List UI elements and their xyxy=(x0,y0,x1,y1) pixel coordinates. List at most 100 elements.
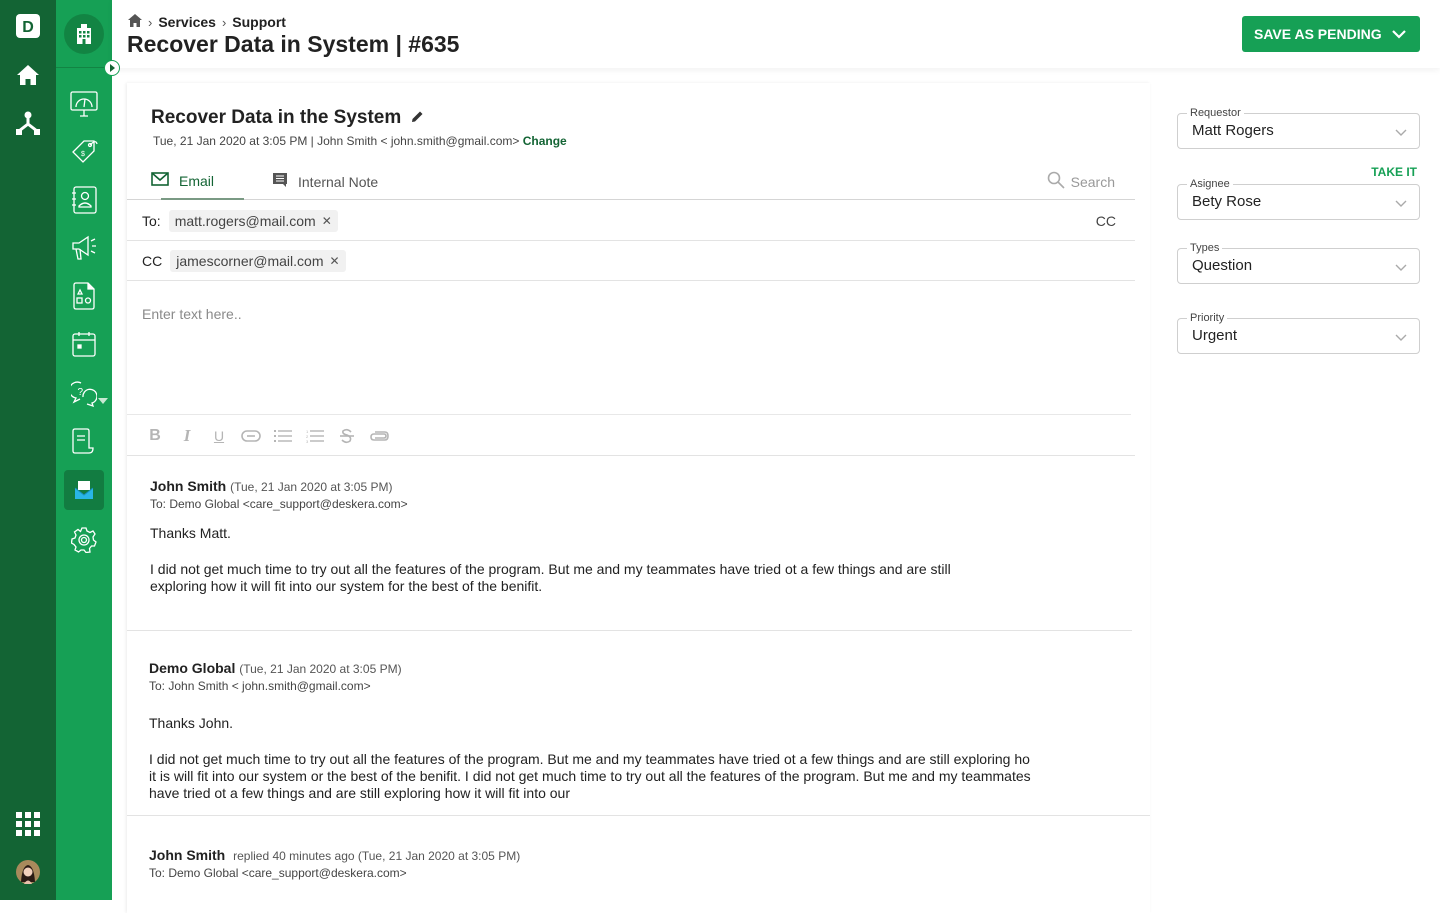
remove-icon[interactable]: ✕ xyxy=(322,214,332,228)
cc-toggle-link[interactable]: CC xyxy=(1096,213,1116,229)
organization-icon[interactable] xyxy=(64,14,104,54)
pencil-icon[interactable] xyxy=(411,107,424,129)
chevron-down-icon xyxy=(1395,124,1407,142)
message-header: John Smith replied 40 minutes ago (Tue, … xyxy=(149,847,1132,863)
ticket-title-text: Recover Data in the System xyxy=(151,107,402,128)
module-nav: $ ? xyxy=(56,0,112,900)
svg-text:?: ? xyxy=(78,387,84,398)
requestor-select[interactable]: Requestor Matt Rogers xyxy=(1177,106,1420,149)
contacts-icon[interactable] xyxy=(64,180,104,220)
message-paragraph: I did not get much time to try out all t… xyxy=(149,751,1150,802)
to-field[interactable]: To: matt.rogers@mail.com ✕ CC xyxy=(127,201,1135,241)
message-sender: John Smith xyxy=(150,478,227,494)
search-icon xyxy=(1047,171,1065,192)
ticket-meta: Tue, 21 Jan 2020 at 3:05 PM | John Smith… xyxy=(153,134,567,148)
breadcrumb-support[interactable]: Support xyxy=(232,14,286,30)
message-paragraph: I did not get much time to try out all t… xyxy=(150,561,1132,595)
assignee-select[interactable]: Asignee Bety Rose xyxy=(1177,177,1420,220)
message-greeting: Thanks John. xyxy=(149,715,234,731)
formatting-toolbar: B I U 123 xyxy=(127,416,1135,456)
underline-icon[interactable]: U xyxy=(209,426,229,446)
breadcrumb-services[interactable]: Services xyxy=(158,14,216,30)
message-line: I did not get much time to try out all t… xyxy=(150,561,951,577)
bold-icon[interactable]: B xyxy=(145,426,165,446)
message-sender: John Smith xyxy=(149,847,226,863)
chevron-right-icon: › xyxy=(221,14,227,30)
to-label: To: xyxy=(142,212,161,229)
apps-grid-icon[interactable] xyxy=(14,810,42,838)
message-thread-item: John Smith replied 40 minutes ago (Tue, … xyxy=(127,847,1132,880)
cc-field[interactable]: CC jamescorner@mail.com ✕ xyxy=(127,241,1135,281)
message-body: Thanks Matt. I did not get much time to … xyxy=(150,525,1132,595)
forms-icon[interactable] xyxy=(64,276,104,316)
assignee-value: Bety Rose xyxy=(1192,193,1262,210)
types-value: Question xyxy=(1192,257,1253,274)
tab-email[interactable]: Email xyxy=(151,172,214,189)
italic-icon[interactable]: I xyxy=(177,426,197,446)
deskera-logo[interactable]: D xyxy=(14,12,42,40)
tab-internal-note-label: Internal Note xyxy=(298,173,379,190)
message-greeting: Thanks Matt. xyxy=(150,525,231,541)
recipient-chip: matt.rogers@mail.com ✕ xyxy=(168,209,338,232)
search-button[interactable]: Search xyxy=(1047,171,1115,192)
chevron-down-icon xyxy=(1395,329,1407,347)
document-icon[interactable] xyxy=(64,421,104,461)
attachment-icon[interactable] xyxy=(369,426,389,446)
change-link[interactable]: Change xyxy=(523,134,567,148)
cc-chip: jamescorner@mail.com ✕ xyxy=(170,249,346,272)
breadcrumb: › Services › Support xyxy=(128,14,286,30)
tab-internal-note[interactable]: Internal Note xyxy=(272,172,378,191)
assignee-label: Asignee xyxy=(1187,177,1233,191)
take-it-button[interactable]: TAKE IT xyxy=(1371,165,1417,179)
user-avatar[interactable] xyxy=(14,858,42,886)
numbered-list-icon[interactable]: 123 xyxy=(305,426,325,446)
note-icon xyxy=(272,172,288,191)
ticket-title: Recover Data in the System xyxy=(151,107,424,129)
expand-nav-button[interactable] xyxy=(104,60,120,76)
dashboard-icon[interactable] xyxy=(64,84,104,124)
app-rail: D xyxy=(0,0,56,900)
network-icon[interactable] xyxy=(14,109,42,137)
mail-icon xyxy=(151,172,169,189)
chevron-down-icon[interactable] xyxy=(98,391,108,409)
priority-select[interactable]: Priority Urgent xyxy=(1177,311,1420,354)
home-icon[interactable] xyxy=(128,14,142,30)
message-line: exploring how it will fit into our syste… xyxy=(150,578,543,594)
ticket-properties-panel: Requestor Matt Rogers TAKE IT Asignee Be… xyxy=(1177,0,1420,900)
message-thread-item: John Smith (Tue, 21 Jan 2020 at 3:05 PM)… xyxy=(127,478,1132,631)
inbox-icon[interactable] xyxy=(64,470,104,510)
link-icon[interactable] xyxy=(241,426,261,446)
svg-text:3: 3 xyxy=(306,439,309,443)
message-line: have tried ot a few things and are still… xyxy=(149,785,570,801)
message-body: Thanks John. I did not get much time to … xyxy=(149,715,1150,802)
svg-text:$: $ xyxy=(81,151,85,158)
bullet-list-icon[interactable] xyxy=(273,426,293,446)
remove-icon[interactable]: ✕ xyxy=(329,254,339,268)
message-thread-item: Demo Global (Tue, 21 Jan 2020 at 3:05 PM… xyxy=(127,660,1150,816)
priority-value: Urgent xyxy=(1192,327,1238,344)
price-tag-icon[interactable]: $ xyxy=(64,132,104,172)
message-line: I did not get much time to try out all t… xyxy=(149,751,1030,767)
requestor-label: Requestor xyxy=(1187,106,1244,120)
types-select[interactable]: Types Question xyxy=(1177,241,1420,284)
search-label: Search xyxy=(1070,173,1115,190)
chevron-right-icon: › xyxy=(148,14,153,30)
strikethrough-icon[interactable] xyxy=(337,426,357,446)
page-title: Recover Data in System | #635 xyxy=(127,31,460,57)
settings-icon[interactable] xyxy=(64,520,104,560)
cc-label: CC xyxy=(142,252,163,269)
cc-email: jamescorner@mail.com xyxy=(176,252,324,269)
home-icon[interactable] xyxy=(14,61,42,89)
message-timestamp: replied 40 minutes ago (Tue, 21 Jan 2020… xyxy=(233,849,521,863)
megaphone-icon[interactable] xyxy=(64,228,104,268)
message-timestamp: (Tue, 21 Jan 2020 at 3:05 PM) xyxy=(230,480,393,494)
message-recipient: To: John Smith < john.smith@gmail.com> xyxy=(149,679,371,693)
svg-text:D: D xyxy=(22,19,34,36)
message-sender: Demo Global xyxy=(149,660,236,676)
calendar-icon[interactable] xyxy=(64,324,104,364)
message-header: John Smith (Tue, 21 Jan 2020 at 3:05 PM) xyxy=(150,478,1132,494)
message-header: Demo Global (Tue, 21 Jan 2020 at 3:05 PM… xyxy=(149,660,1150,676)
types-label: Types xyxy=(1187,241,1223,255)
message-editor[interactable]: Enter text here.. xyxy=(127,282,1131,415)
ticket-meta-text: Tue, 21 Jan 2020 at 3:05 PM | John Smith… xyxy=(153,134,520,148)
